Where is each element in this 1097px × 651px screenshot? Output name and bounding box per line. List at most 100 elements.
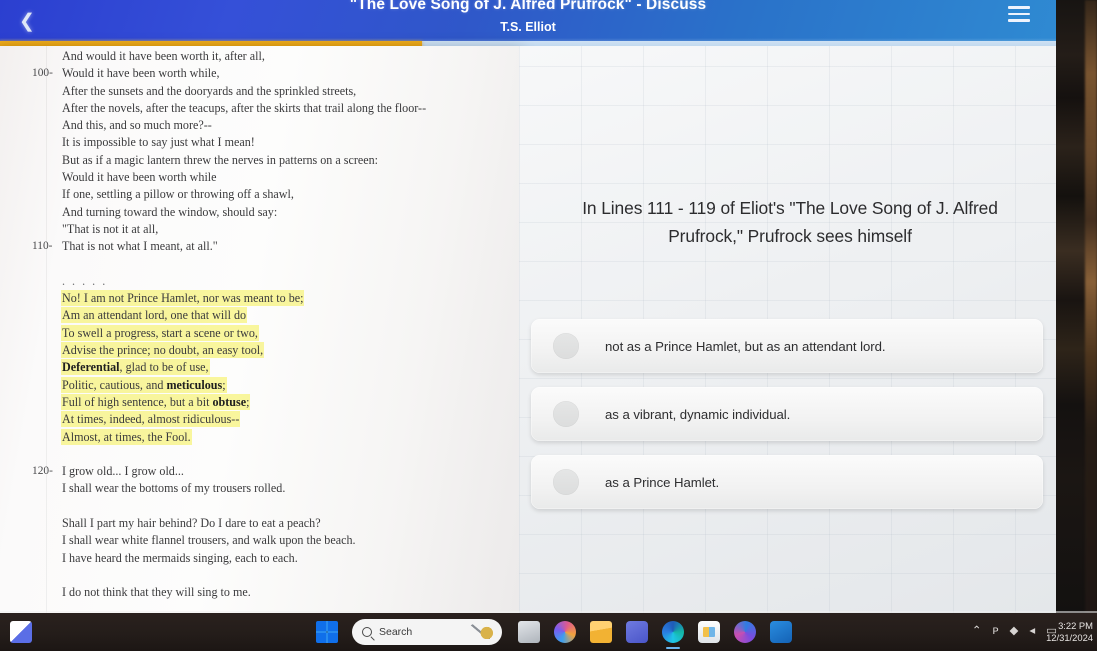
poem-line: It is impossible to say just what I mean… xyxy=(34,134,504,151)
answer-option-2[interactable]: as a Prince Hamlet. xyxy=(531,455,1043,509)
poem-line: . . . . . xyxy=(34,273,504,290)
poem-line: But as if a magic lantern threw the nerv… xyxy=(34,152,504,169)
poem-line: 110- That is not what I meant, at all." xyxy=(32,238,504,255)
poem-line: Almost, at times, the Fool. xyxy=(34,429,504,446)
poem-line-text: "That is not it at all, xyxy=(62,221,159,236)
media-player-icon[interactable] xyxy=(734,621,756,643)
poem-line xyxy=(34,498,504,515)
poem-line: And this, and so much more?-- xyxy=(34,117,504,134)
search-doodle-icon xyxy=(470,624,494,639)
poem-line-text: To swell a progress, start a scene or tw… xyxy=(62,325,258,340)
edge-icon[interactable] xyxy=(662,621,684,649)
search-input[interactable]: Search xyxy=(352,619,502,645)
poem-line: I do not think that they will sing to me… xyxy=(34,584,504,601)
app-header: ❮ "The Love Song of J. Alfred Prufrock" … xyxy=(0,0,1056,46)
poem-line-text: That is not what I meant, at all." xyxy=(62,239,218,254)
poem-line-text: Would it have been worth while, xyxy=(62,66,220,81)
poem-document-page: And would it have been worth it, after a… xyxy=(0,46,519,613)
poem-line-text: Would it have been worth while xyxy=(62,170,217,185)
file-explorer-icon[interactable] xyxy=(590,621,612,643)
poem-line: Advise the prince; no doubt, an easy too… xyxy=(34,342,504,359)
poem-line xyxy=(34,256,504,273)
page-subtitle: T.S. Elliot xyxy=(500,20,556,34)
answer-option-1[interactable]: as a vibrant, dynamic individual. xyxy=(531,387,1043,441)
radio-button-icon[interactable] xyxy=(553,333,579,359)
poem-line-text: Shall I part my hair behind? Do I dare t… xyxy=(62,516,321,531)
wifi-icon[interactable]: ◆ xyxy=(1009,626,1018,638)
volume-icon[interactable]: ◂ xyxy=(1029,626,1035,638)
poem-line: "That is not it at all, xyxy=(34,221,504,238)
clock-date: 12/31/2024 xyxy=(1046,632,1093,643)
poem-line-text: I shall wear the bottoms of my trousers … xyxy=(62,481,286,496)
quiz-panel: In Lines 111 - 119 of Eliot's "The Love … xyxy=(519,46,1056,613)
radio-button-icon[interactable] xyxy=(553,401,579,427)
radio-button-icon[interactable] xyxy=(553,469,579,495)
poem-line-text: Politic, cautious, and meticulous; xyxy=(62,377,226,392)
poem-line-text: Full of high sentence, but a bit obtuse; xyxy=(62,394,250,409)
network-icon[interactable]: ᴘ xyxy=(992,626,998,638)
poem-line-text: Am an attendant lord, one that will do xyxy=(62,308,247,323)
poem-line-number: 100- xyxy=(32,67,53,80)
poem-line-text: And turning toward the window, should sa… xyxy=(62,204,278,219)
poem-line xyxy=(34,567,504,584)
taskbar-app-icons xyxy=(518,621,792,649)
poem-line-text: Almost, at times, the Fool. xyxy=(62,429,191,444)
poem-line: I have heard the mermaids singing, each … xyxy=(34,550,504,567)
background-blur xyxy=(1085,0,1097,613)
microsoft-store-icon[interactable] xyxy=(698,621,720,643)
poem-line: At times, indeed, almost ridiculous-- xyxy=(34,411,504,428)
monitor-bezel-right xyxy=(1053,0,1097,613)
poem-line: 100- Would it have been worth while, xyxy=(32,65,504,82)
outlook-icon[interactable] xyxy=(770,621,792,643)
poem-line: I shall wear the bottoms of my trousers … xyxy=(34,480,504,497)
page-title: "The Love Song of J. Alfred Prufrock" - … xyxy=(349,0,707,13)
poem-line-text: I shall wear white flannel trousers, and… xyxy=(62,533,356,548)
poem-line-text: It is impossible to say just what I mean… xyxy=(62,135,255,150)
poem-line-text: After the novels, after the teacups, aft… xyxy=(62,100,427,115)
poem-line-text: And would it have been worth it, after a… xyxy=(62,49,265,63)
copilot-icon[interactable] xyxy=(554,621,576,643)
poem-line xyxy=(34,446,504,463)
teams-chat-icon[interactable] xyxy=(10,621,32,643)
poem-line-text: If one, settling a pillow or throwing of… xyxy=(62,187,294,202)
search-icon xyxy=(362,627,372,637)
poem-line-text: Advise the prince; no doubt, an easy too… xyxy=(62,343,264,358)
poem-line-text: After the sunsets and the dooryards and … xyxy=(62,83,357,98)
taskbar-left-group xyxy=(10,621,32,643)
poem-line: After the sunsets and the dooryards and … xyxy=(34,83,504,100)
poem-line: To swell a progress, start a scene or tw… xyxy=(34,325,504,342)
poem-line: Deferential, glad to be of use, xyxy=(34,359,504,376)
answer-option-2-label: as a Prince Hamlet. xyxy=(605,474,720,490)
poem-line-text: Deferential, glad to be of use, xyxy=(62,360,209,375)
search-placeholder: Search xyxy=(379,626,413,638)
poem-line-text: At times, indeed, almost ridiculous-- xyxy=(62,412,240,427)
quiz-app-window: ❮ "The Love Song of J. Alfred Prufrock" … xyxy=(0,0,1056,613)
poem-text: And would it have been worth it, after a… xyxy=(32,48,504,602)
poem-line-text: And this, and so much more?-- xyxy=(62,118,212,133)
question-text: In Lines 111 - 119 of Eliot's "The Love … xyxy=(582,198,998,246)
poem-line: No! I am not Prince Hamlet, nor was mean… xyxy=(34,290,504,307)
poem-line: And turning toward the window, should sa… xyxy=(34,204,504,221)
taskview-icon[interactable] xyxy=(518,621,540,643)
taskbar-center-group: Search xyxy=(316,619,792,649)
menu-bar-3 xyxy=(1008,19,1030,22)
poem-line-number: 110- xyxy=(32,240,53,253)
menu-bar-2 xyxy=(1008,12,1030,16)
hamburger-menu-icon[interactable] xyxy=(1008,2,1034,26)
monitor-photo: ❮ "The Love Song of J. Alfred Prufrock" … xyxy=(0,0,1097,651)
poem-line-number: 120- xyxy=(32,465,53,478)
poem-line: After the novels, after the teacups, aft… xyxy=(34,100,504,117)
teams-icon[interactable] xyxy=(626,621,648,643)
windows-start-icon[interactable] xyxy=(316,621,338,643)
poem-line: I shall wear white flannel trousers, and… xyxy=(34,532,504,549)
poem-line: If one, settling a pillow or throwing of… xyxy=(34,186,504,203)
show-hidden-icons-icon[interactable]: ⌃ xyxy=(972,626,982,638)
answer-option-1-label: as a vibrant, dynamic individual. xyxy=(605,406,791,422)
poem-line: Am an attendant lord, one that will do xyxy=(34,307,504,324)
answer-option-0[interactable]: not as a Prince Hamlet, but as an attend… xyxy=(531,319,1043,373)
poem-line-text: I do not think that they will sing to me… xyxy=(62,585,251,600)
poem-line-text: I have heard the mermaids singing, each … xyxy=(62,550,298,565)
answer-option-0-label: not as a Prince Hamlet, but as an attend… xyxy=(605,338,886,354)
poem-line: And would it have been worth it, after a… xyxy=(34,48,504,65)
taskbar-clock[interactable]: 3:22 PM 12/31/2024 xyxy=(1046,620,1093,644)
